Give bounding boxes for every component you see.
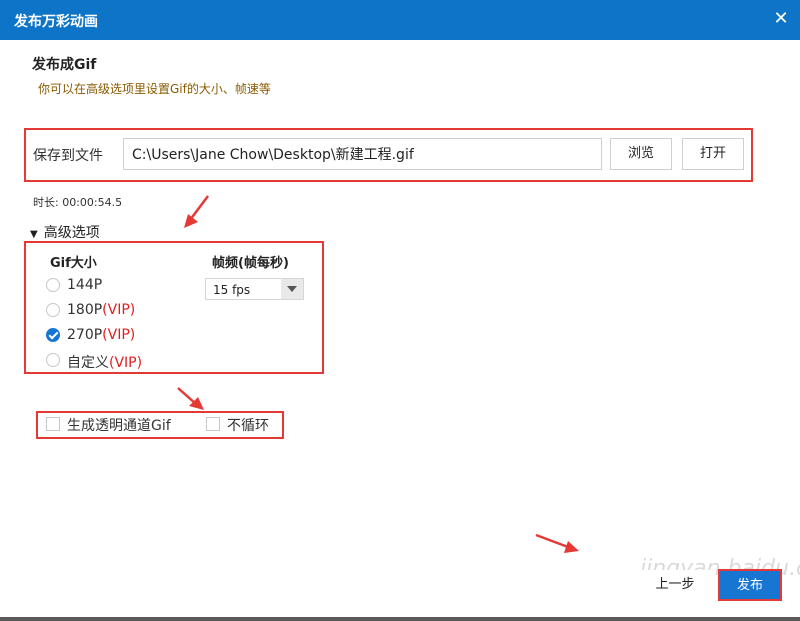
open-button[interactable]: 打开: [682, 138, 744, 170]
size-option-label: 180P(VIP): [67, 302, 136, 318]
publish-button[interactable]: 发布: [718, 569, 782, 601]
no-loop-label: 不循环: [227, 418, 269, 434]
advanced-options-toggle[interactable]: ▼ 高级选项: [30, 222, 100, 242]
size-radio-144p[interactable]: [46, 278, 60, 292]
gif-size-header: Gif大小: [50, 256, 97, 271]
fps-select[interactable]: 15 fps: [205, 278, 304, 300]
fps-header: 帧频(帧每秒): [212, 256, 289, 271]
caret-down-icon: ▼: [30, 229, 38, 240]
size-radio-270p[interactable]: [46, 328, 60, 342]
title-bar: [0, 0, 800, 40]
page-heading: 发布成Gif: [32, 57, 97, 73]
previous-step-button[interactable]: 上一步: [637, 570, 713, 600]
fps-select-value: 15 fps: [213, 283, 251, 297]
duration-text: 时长: 00:00:54.5: [33, 196, 123, 209]
size-option-label: 自定义(VIP): [67, 355, 143, 371]
window-title: 发布万彩动画: [14, 14, 98, 30]
file-path-input[interactable]: [123, 138, 602, 170]
size-option-label: 270P(VIP): [67, 327, 136, 343]
size-radio-custom[interactable]: [46, 353, 60, 367]
size-option-label: 144P: [67, 277, 103, 293]
advanced-options-label: 高级选项: [43, 225, 100, 241]
browse-button[interactable]: 浏览: [610, 138, 672, 170]
page-subheading: 你可以在高级选项里设置Gif的大小、帧速等: [38, 82, 271, 96]
chevron-down-icon: [281, 279, 303, 299]
no-loop-checkbox[interactable]: [206, 417, 220, 431]
red-arrow-icon: [177, 387, 204, 410]
bottom-edge: [0, 617, 800, 621]
save-to-file-label: 保存到文件: [33, 148, 103, 164]
size-radio-180p[interactable]: [46, 303, 60, 317]
close-icon[interactable]: ✕: [770, 6, 792, 32]
transparent-gif-label: 生成透明通道Gif: [67, 418, 171, 434]
transparent-gif-checkbox[interactable]: [46, 417, 60, 431]
red-arrow-icon: [184, 195, 209, 228]
red-arrow-icon: [535, 533, 579, 553]
